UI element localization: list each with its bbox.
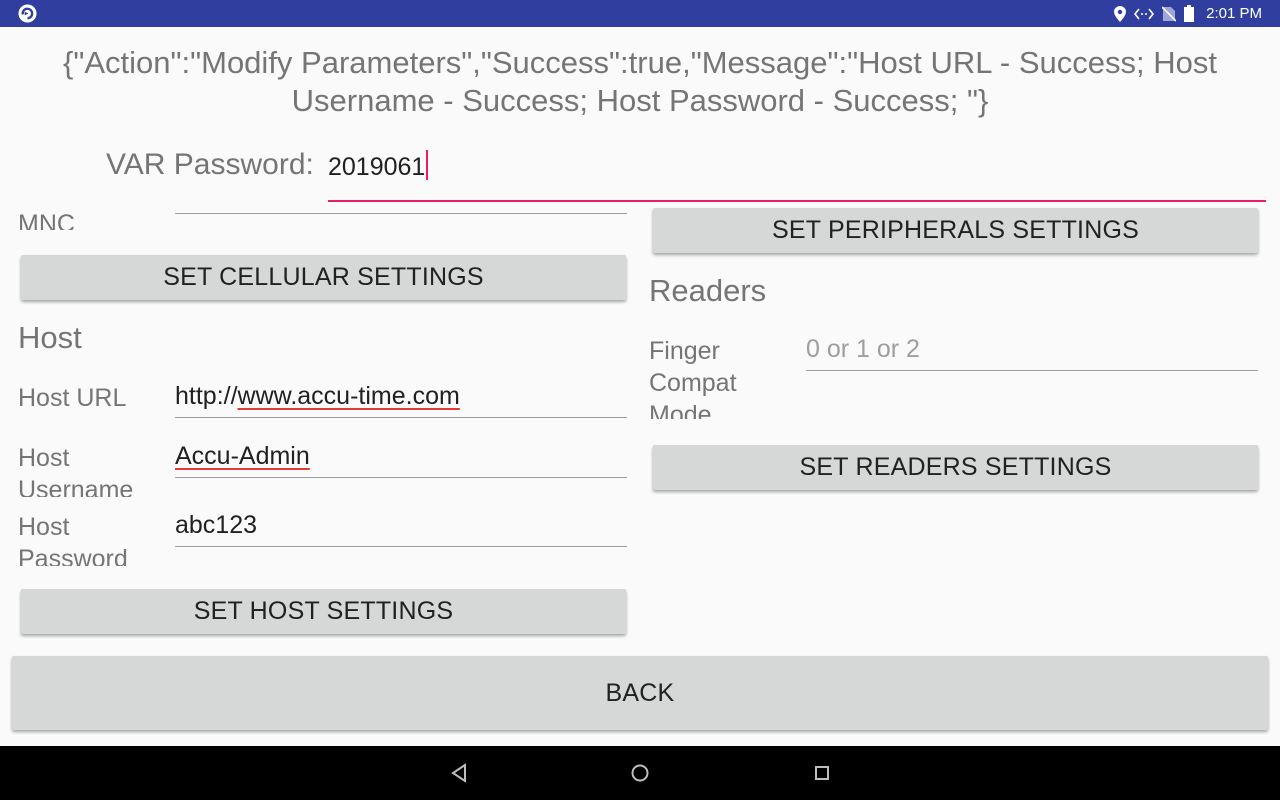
- var-password-input[interactable]: 2019061: [328, 150, 1266, 186]
- navigation-bar: [0, 746, 1280, 800]
- back-button[interactable]: BACK: [12, 656, 1268, 730]
- host-password-underline: [175, 546, 627, 547]
- set-cellular-settings-button[interactable]: SET CELLULAR SETTINGS: [21, 255, 626, 300]
- host-username-underline: [175, 477, 627, 478]
- battery-icon: [1184, 5, 1195, 22]
- host-username-input[interactable]: Accu-Admin: [175, 442, 310, 471]
- host-password-label: Host Password: [18, 513, 128, 566]
- finger-compat-mode-underline: [806, 370, 1258, 371]
- host-url-label: Host URL: [18, 384, 127, 412]
- host-username-label: Host Username: [18, 444, 134, 497]
- host-section-title: Host: [18, 320, 82, 355]
- location-icon: [1114, 5, 1127, 22]
- data-transfer-icon: [1134, 8, 1155, 19]
- host-url-underline: [175, 417, 627, 418]
- app-logo-icon: [18, 4, 37, 23]
- set-host-settings-button[interactable]: SET HOST SETTINGS: [21, 589, 626, 634]
- host-url-input[interactable]: http://www.accu-time.com: [175, 382, 460, 411]
- mnc-field-underline[interactable]: [175, 213, 627, 214]
- status-time: 2:01 PM: [1206, 5, 1262, 22]
- finger-compat-mode-input[interactable]: 0 or 1 or 2: [806, 335, 920, 364]
- var-password-underline: [328, 200, 1266, 202]
- var-password-label: VAR Password:: [106, 148, 314, 181]
- host-url-domain: www.accu-time.com: [237, 382, 460, 410]
- set-peripherals-settings-button[interactable]: SET PERIPHERALS SETTINGS: [653, 208, 1258, 253]
- mnc-label: MNC: [18, 210, 75, 230]
- readers-section-title: Readers: [649, 273, 767, 308]
- home-icon[interactable]: [626, 759, 654, 787]
- text-cursor: [426, 150, 429, 180]
- host-username-value: Accu-Admin: [175, 442, 310, 470]
- response-message: {"Action":"Modify Parameters","Success":…: [62, 45, 1217, 118]
- back-icon[interactable]: [445, 759, 473, 787]
- host-password-input[interactable]: abc123: [175, 511, 257, 540]
- host-url-prefix: http://: [175, 382, 238, 410]
- finger-compat-mode-label: Finger Compat Mode: [649, 337, 737, 419]
- status-bar: 2:01 PM: [0, 0, 1280, 27]
- status-icons: 2:01 PM: [1114, 0, 1262, 27]
- set-readers-settings-button[interactable]: SET READERS SETTINGS: [653, 445, 1258, 490]
- no-sim-icon: [1162, 5, 1177, 22]
- recents-icon[interactable]: [808, 759, 836, 787]
- var-password-value: 2019061: [328, 153, 426, 181]
